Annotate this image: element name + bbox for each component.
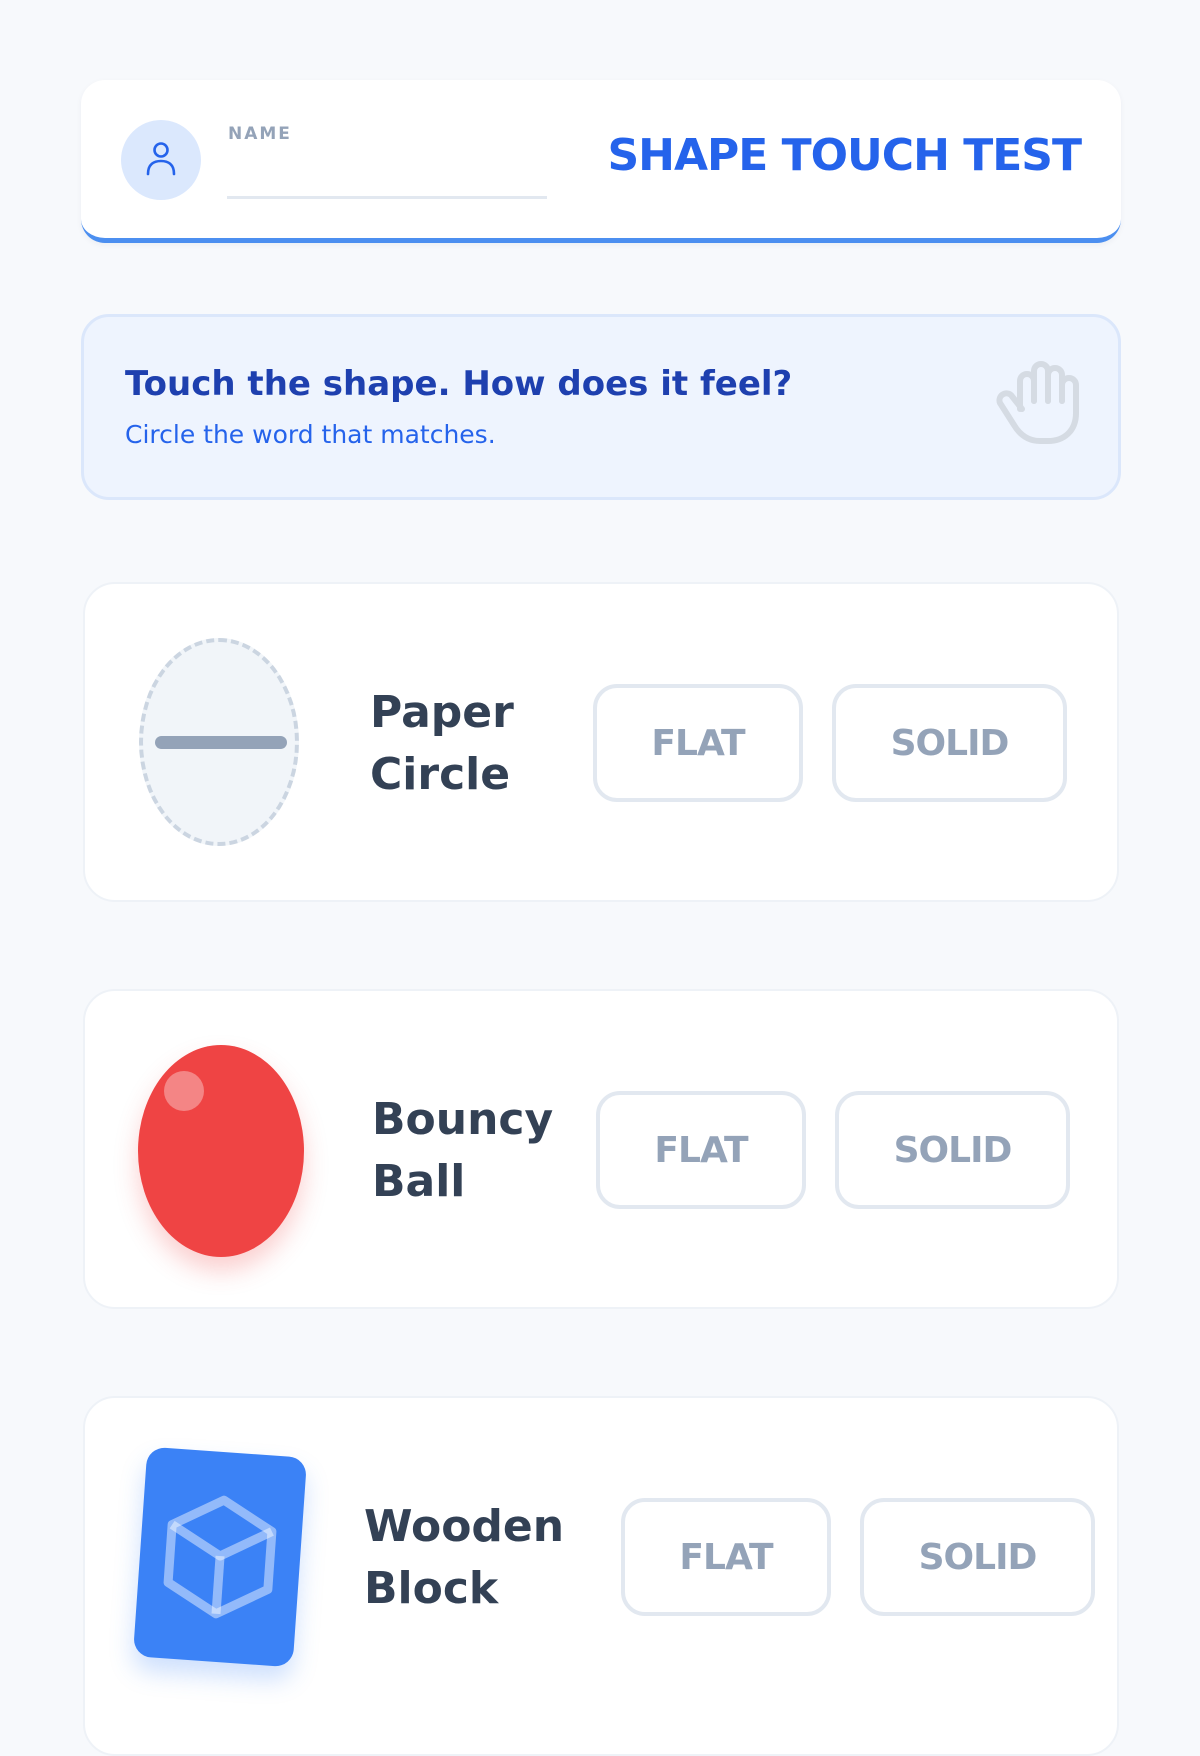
solid-option-button[interactable]: SOLID — [835, 1091, 1070, 1209]
hand-icon — [986, 347, 1090, 451]
wooden-block-shape — [132, 1446, 308, 1668]
shape-card-paper-circle: Paper Circle FLAT SOLID — [83, 582, 1119, 902]
shape-card-wooden-block: Wooden Block FLAT SOLID — [83, 1396, 1119, 1756]
instruction-subtitle: Circle the word that matches. — [125, 420, 496, 449]
shape-name: Bouncy Ball — [372, 1094, 554, 1207]
paper-circle-icon — [139, 638, 299, 846]
page-title: SHAPE TOUCH TEST — [607, 130, 1082, 181]
name-input[interactable] — [227, 152, 547, 199]
instruction-title: Touch the shape. How does it feel? — [125, 364, 793, 404]
solid-option-button[interactable]: SOLID — [832, 684, 1067, 802]
flat-option-button[interactable]: FLAT — [621, 1498, 831, 1616]
shape-card-bouncy-ball: Bouncy Ball FLAT SOLID — [83, 989, 1119, 1309]
avatar — [121, 120, 201, 200]
name-label: NAME — [228, 124, 292, 144]
ball-icon — [138, 1045, 304, 1257]
flat-option-button[interactable]: FLAT — [593, 684, 803, 802]
ball-highlight — [164, 1071, 204, 1111]
flat-option-button[interactable]: FLAT — [596, 1091, 806, 1209]
header-card: NAME SHAPE TOUCH TEST — [81, 80, 1121, 243]
solid-option-button[interactable]: SOLID — [860, 1498, 1095, 1616]
instruction-banner: Touch the shape. How does it feel? Circl… — [81, 314, 1121, 500]
shape-name: Wooden Block — [364, 1501, 565, 1614]
paper-edge-line — [155, 736, 287, 749]
shape-name: Paper Circle — [370, 687, 514, 800]
user-icon — [144, 139, 178, 181]
